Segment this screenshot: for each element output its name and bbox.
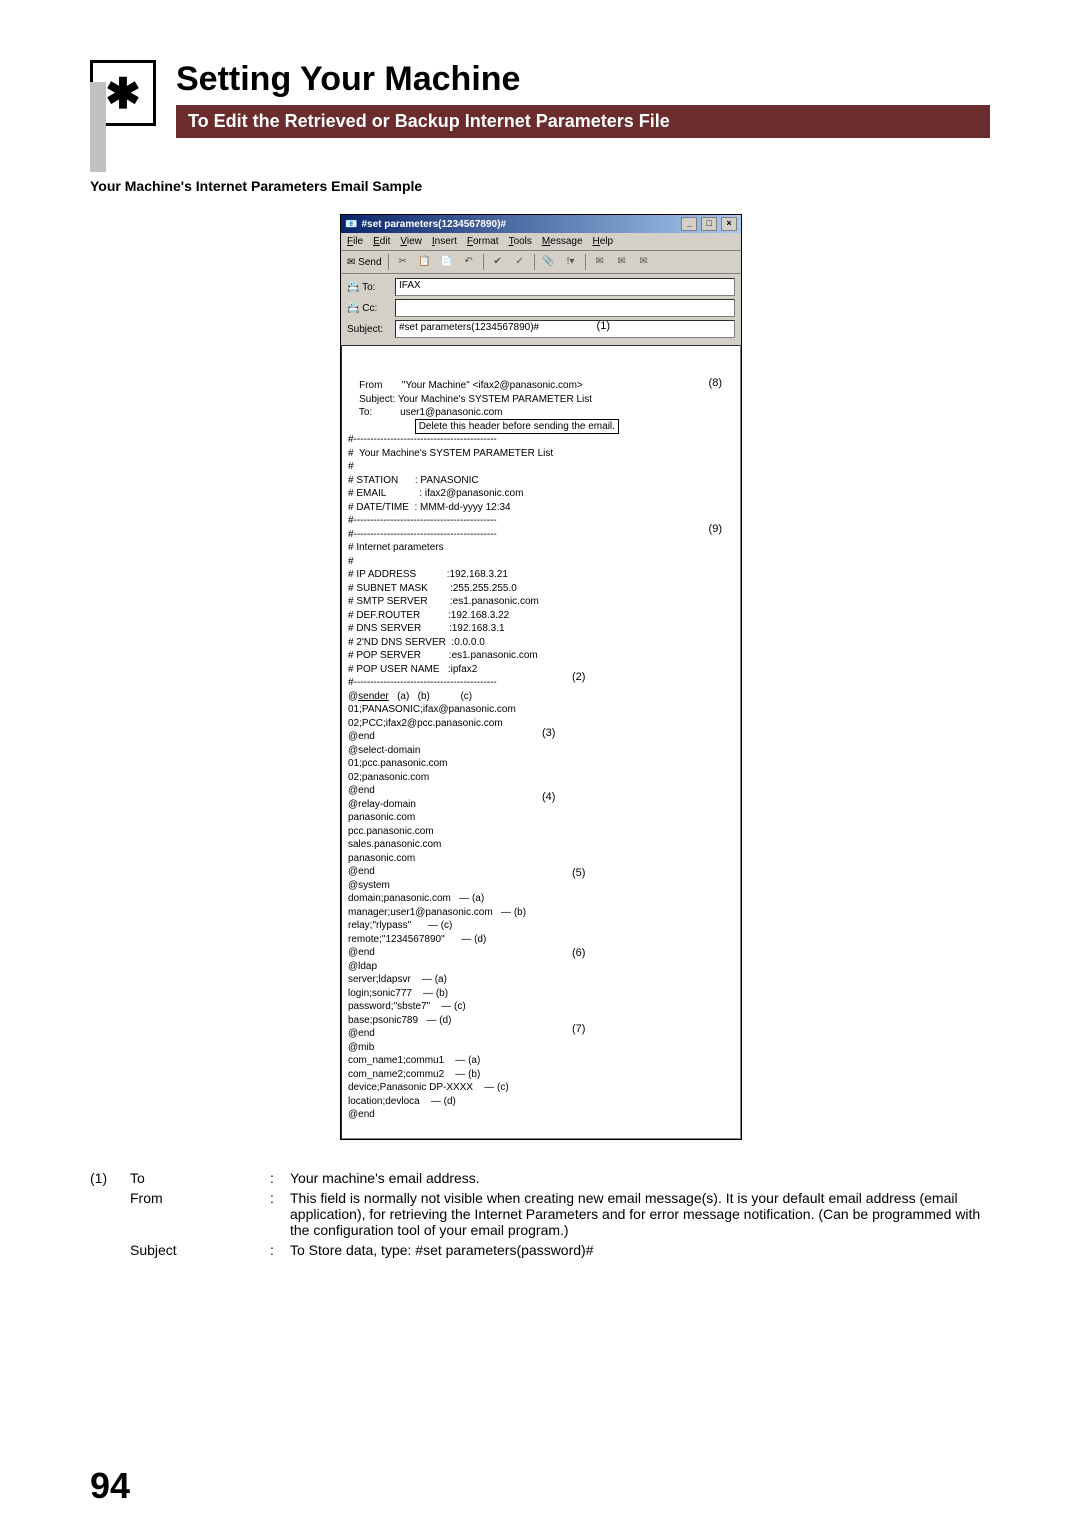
menu-format[interactable]: Format <box>467 236 499 247</box>
cc-label: 📇 Cc: <box>347 303 389 314</box>
email-body[interactable]: From "Your Machine" <ifax2@panasonic.com… <box>341 345 741 1139</box>
menu-edit[interactable]: Edit <box>373 236 390 247</box>
titlebar: 📧 #set parameters(1234567890)# _ □ × <box>341 215 741 233</box>
subject-input[interactable]: #set parameters(1234567890)# <box>395 320 735 338</box>
app-icon: 📧 <box>345 219 357 230</box>
callout-6: (6) <box>572 946 585 961</box>
menu-insert[interactable]: Insert <box>432 236 457 247</box>
minimize-button[interactable]: _ <box>681 217 697 231</box>
page-title: Setting Your Machine <box>176 60 990 99</box>
callout-5: (5) <box>572 866 585 881</box>
subject-label: Subject: <box>347 324 389 335</box>
email-window: 📧 #set parameters(1234567890)# _ □ × Fil… <box>340 214 742 1140</box>
check-icon[interactable]: ✔ <box>490 254 506 270</box>
side-accent-bar <box>90 82 106 172</box>
mail3-icon[interactable]: ✉ <box>636 254 652 270</box>
menu-help[interactable]: Help <box>593 236 614 247</box>
callout-2: (2) <box>572 670 585 685</box>
priority-icon[interactable]: !▾ <box>563 254 579 270</box>
callout-7: (7) <box>572 1022 585 1037</box>
copy-icon[interactable]: 📋 <box>417 254 433 270</box>
menu-message[interactable]: Message <box>542 236 583 247</box>
legend-row: Subject : To Store data, type: #set para… <box>90 1242 990 1258</box>
legend-num: (1) <box>90 1170 130 1186</box>
to-input[interactable]: IFAX <box>395 278 735 296</box>
legend: (1) To : Your machine's email address. F… <box>90 1170 990 1258</box>
legend-label: To <box>130 1170 270 1186</box>
callout-3: (3) <box>542 726 555 741</box>
callout-4: (4) <box>542 790 555 805</box>
legend-desc: Your machine's email address. <box>290 1170 990 1186</box>
callout-9: (9) <box>709 522 722 537</box>
spell-icon[interactable]: ✓ <box>512 254 528 270</box>
sample-label: Your Machine's Internet Parameters Email… <box>90 178 990 194</box>
send-button[interactable]: ✉ Send <box>347 257 382 268</box>
paste-icon[interactable]: 📄 <box>439 254 455 270</box>
undo-icon[interactable]: ↶ <box>461 254 477 270</box>
page-number: 94 <box>90 1465 130 1507</box>
toolbar: ✉ Send ✂ 📋 📄 ↶ ✔ ✓ 📎 !▾ ✉ ✉ ✉ <box>341 251 741 274</box>
callout-1: (1) <box>597 320 610 332</box>
window-title: #set parameters(1234567890)# <box>361 219 680 230</box>
cut-icon[interactable]: ✂ <box>395 254 411 270</box>
menu-file[interactable]: File <box>347 236 363 247</box>
mail2-icon[interactable]: ✉ <box>614 254 630 270</box>
close-button[interactable]: × <box>721 217 737 231</box>
to-label: 📇 To: <box>347 282 389 293</box>
menu-view[interactable]: View <box>400 236 422 247</box>
menubar: File Edit View Insert Format Tools Messa… <box>341 233 741 251</box>
callout-8: (8) <box>709 376 722 391</box>
mail1-icon[interactable]: ✉ <box>592 254 608 270</box>
menu-tools[interactable]: Tools <box>509 236 532 247</box>
maximize-button[interactable]: □ <box>701 217 717 231</box>
page-subtitle: To Edit the Retrieved or Backup Internet… <box>176 105 990 138</box>
legend-row: From : This field is normally not visibl… <box>90 1190 990 1238</box>
cc-input[interactable] <box>395 299 735 317</box>
attach-icon[interactable]: 📎 <box>541 254 557 270</box>
legend-row: (1) To : Your machine's email address. <box>90 1170 990 1186</box>
